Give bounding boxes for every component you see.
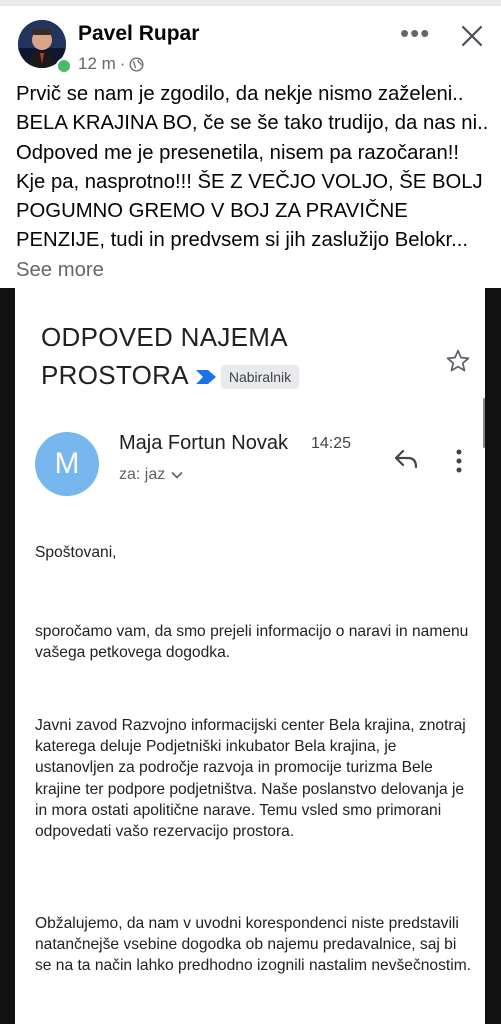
post-time[interactable]: 12 m [78, 54, 116, 74]
screenshot-border-left [0, 288, 15, 1024]
chevron-down-icon [171, 471, 183, 479]
email-paragraph: Javni zavod Razvojno informacijski cente… [35, 717, 466, 841]
close-button[interactable] [460, 24, 484, 48]
recipient-text: za: jaz [119, 466, 166, 483]
globe-icon [129, 56, 145, 72]
screenshot-border-right [485, 288, 501, 1024]
email-paragraph: Obžalujemo, da nam v uvodni korespondenc… [35, 915, 472, 975]
recipient-line[interactable]: za: jaz [119, 466, 183, 484]
close-icon [461, 25, 483, 47]
post-header: Pavel Rupar 12 m · ••• [0, 6, 501, 76]
scrollbar-thumb[interactable] [483, 398, 485, 448]
email-paragraph: sporočamo vam, da smo prejeli informacij… [35, 623, 469, 662]
email-time: 14:25 [311, 435, 352, 452]
reply-icon [394, 449, 418, 469]
post-body: Prvič se nam je zgodilo, da nekje nismo … [16, 83, 489, 252]
important-marker-icon[interactable] [195, 369, 217, 385]
reply-button[interactable] [393, 448, 419, 470]
author-name[interactable]: Pavel Rupar [78, 22, 199, 46]
see-more-link[interactable]: See more [16, 259, 104, 281]
vertical-dots-icon [456, 449, 462, 473]
attached-email-screenshot[interactable]: ODPOVED NAJEMA PROSTORA Nabiralnik M Maja… [15, 288, 485, 1024]
online-status-dot [56, 58, 72, 74]
sender-avatar[interactable]: M [35, 432, 99, 496]
star-icon[interactable] [445, 348, 471, 374]
email-more-button[interactable] [453, 448, 465, 474]
post-text: Prvič se nam je zgodilo, da nekje nismo … [16, 80, 490, 285]
email-subject: ODPOVED NAJEMA PROSTORA Nabiralnik [41, 318, 401, 394]
meta-separator: · [119, 54, 126, 73]
post-meta: 12 m · [78, 54, 145, 74]
inbox-label-badge[interactable]: Nabiralnik [220, 365, 300, 390]
more-options-button[interactable]: ••• [400, 20, 434, 46]
email-greeting: Spoštovani, [35, 544, 117, 561]
sender-name[interactable]: Maja Fortun Novak [119, 432, 288, 455]
